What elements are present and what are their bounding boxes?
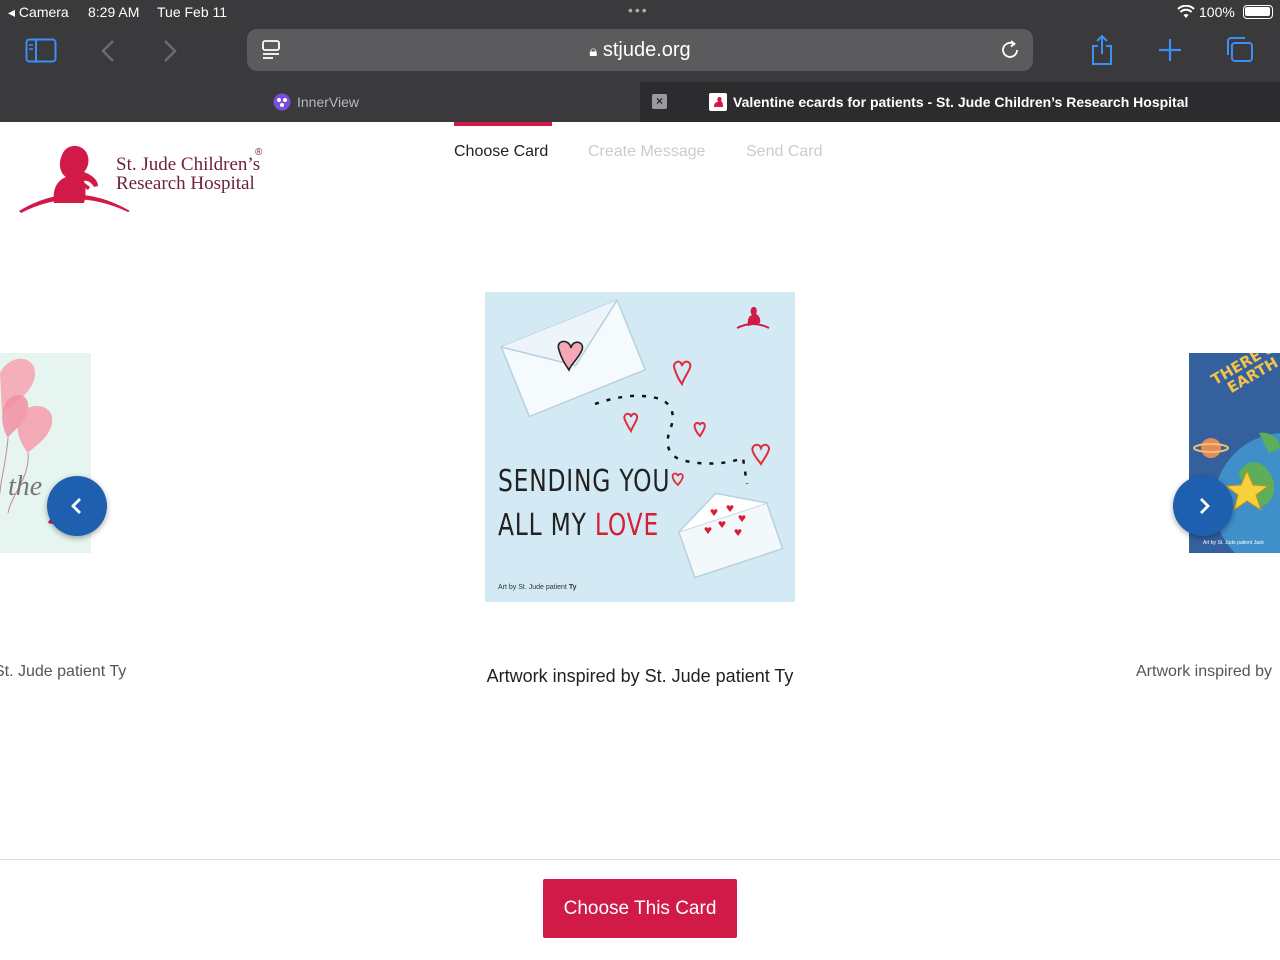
previous-card-text: the: [8, 471, 43, 502]
battery-percent: 100%: [1199, 4, 1235, 20]
share-icon[interactable]: [1090, 34, 1114, 66]
chevron-left-icon: [71, 498, 81, 514]
selected-card[interactable]: SENDING YOU ALL MY LOVE Art by St. Jude …: [485, 292, 795, 602]
step-send-card[interactable]: Send Card: [746, 143, 823, 161]
close-tab-icon[interactable]: ×: [652, 94, 667, 109]
card-credit-name: Ty: [568, 584, 577, 591]
tabs-overview-icon[interactable]: [1225, 36, 1255, 64]
multitask-dots-icon[interactable]: •••: [628, 2, 649, 18]
card-headline-line-2a: ALL MY: [498, 508, 595, 543]
back-to-app-link[interactable]: ◂ Camera: [8, 4, 69, 21]
browser-toolbar: 🔒︎ stjude.org: [0, 24, 1280, 82]
registered-mark: ®: [255, 147, 263, 158]
new-tab-icon[interactable]: [1158, 38, 1182, 62]
tab-innerview[interactable]: InnerView: [0, 82, 640, 122]
love-letter-illustration: [485, 292, 795, 602]
step-create-message[interactable]: Create Message: [588, 143, 705, 161]
card-headline-line-1: SENDING YOU: [498, 464, 671, 499]
tab-bar: InnerView × Valentine ecards for patient…: [0, 82, 1280, 122]
innerview-favicon-icon: [273, 93, 291, 111]
wifi-icon: [1177, 5, 1195, 18]
reload-icon[interactable]: [999, 39, 1021, 61]
next-card-caption: Artwork inspired by: [1136, 663, 1273, 680]
tab-label: Valentine ecards for patients - St. Jude…: [733, 94, 1189, 110]
choose-this-card-button[interactable]: Choose This Card: [543, 879, 737, 938]
carousel-prev-button[interactable]: [47, 476, 107, 536]
footer-divider: [0, 859, 1280, 860]
carousel-next-button[interactable]: [1173, 476, 1233, 536]
card-credit: Art by St. Jude patient: [498, 584, 569, 591]
card-headline-line-2b: LOVE: [594, 508, 660, 543]
back-arrow-icon[interactable]: [100, 39, 116, 63]
battery-icon: [1243, 5, 1273, 19]
logo-line-1: St. Jude Children’s: [116, 154, 261, 175]
sidebar-toggle-icon[interactable]: [25, 38, 57, 64]
selected-card-caption: Artwork inspired by St. Jude patient Ty: [486, 666, 794, 686]
step-choose-card[interactable]: Choose Card: [454, 143, 548, 161]
lock-icon: 🔒︎: [589, 43, 598, 60]
tab-stjude[interactable]: × Valentine ecards for patients - St. Ju…: [640, 82, 1280, 122]
next-card-credit: Art by St. Jude patient Jack: [1203, 540, 1264, 546]
stjude-logo[interactable]: St. Jude Children’s Research Hospital ®: [18, 140, 268, 215]
stjude-favicon-icon: [709, 93, 727, 111]
back-app-label: Camera: [18, 4, 69, 20]
status-time: 8:29 AM: [88, 4, 140, 20]
forward-arrow-icon[interactable]: [162, 39, 178, 63]
status-bar: ◂ Camera 8:29 AM Tue Feb 11 ••• 100%: [0, 0, 1280, 24]
page-content: St. Jude Children’s Research Hospital ® …: [0, 122, 1280, 960]
url-display[interactable]: 🔒︎ stjude.org: [247, 39, 1033, 62]
active-step-indicator: [454, 122, 552, 126]
tab-label: InnerView: [297, 94, 360, 110]
chevron-right-icon: [1200, 498, 1210, 514]
logo-line-2: Research Hospital: [116, 173, 255, 194]
address-bar[interactable]: 🔒︎ stjude.org: [247, 29, 1033, 71]
url-text: stjude.org: [602, 39, 691, 61]
status-date: Tue Feb 11: [157, 4, 228, 20]
